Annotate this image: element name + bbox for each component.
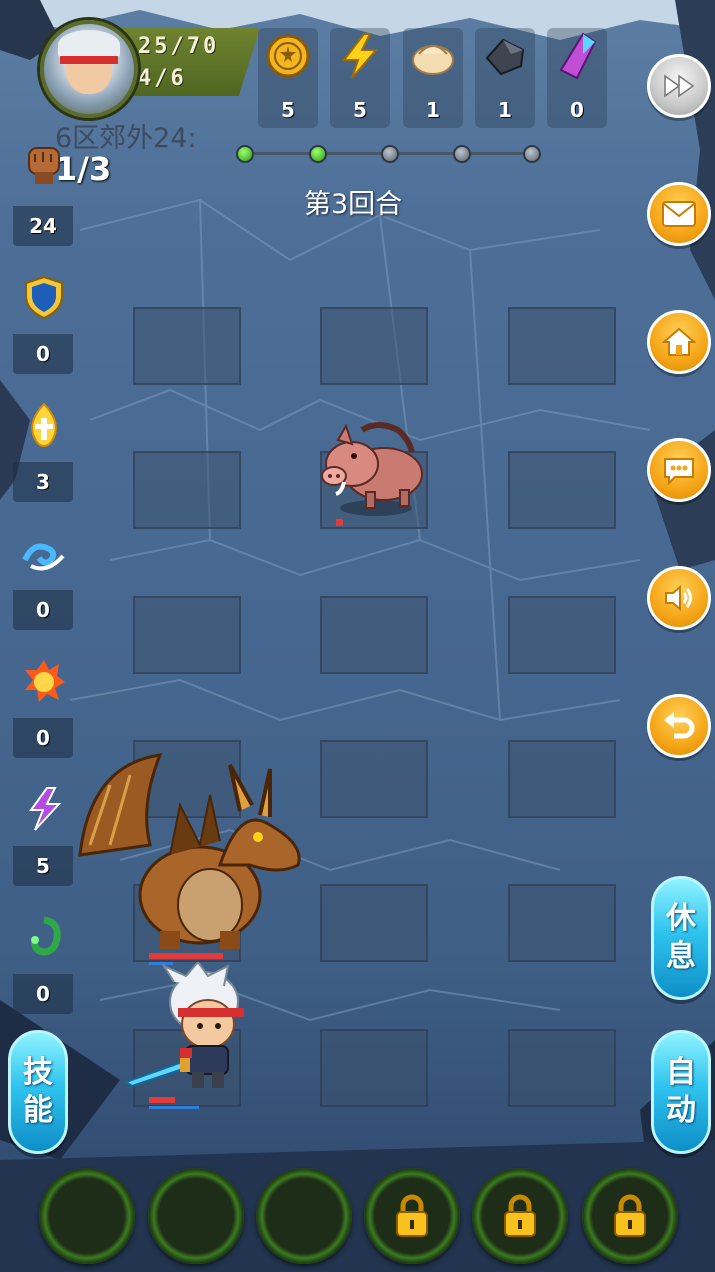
board-tile[interactable]: [133, 451, 241, 529]
sidebar-count: 5: [13, 846, 73, 886]
auto-button-label-1: 自: [666, 1055, 696, 1090]
skill-slot-6[interactable]: [582, 1168, 678, 1264]
rest-button-label-1: 休: [666, 901, 696, 936]
sidebar-fire[interactable]: 0: [13, 652, 73, 758]
home-button[interactable]: [647, 310, 711, 374]
fireball-icon: [25, 660, 65, 702]
board-tile[interactable]: [320, 884, 428, 962]
dragon-hp-bar: [149, 953, 223, 959]
home-icon: [662, 327, 696, 356]
shield-icon: [25, 275, 63, 320]
dragon-pet[interactable]: [70, 745, 306, 955]
skill-button[interactable]: 技 能: [8, 1030, 68, 1154]
progress-dot: [453, 145, 471, 163]
resource-count: 5: [281, 98, 295, 122]
board-tile[interactable]: [133, 307, 241, 385]
sound-button[interactable]: [647, 566, 711, 630]
chat-icon: [664, 458, 694, 485]
board-tile[interactable]: [508, 451, 616, 529]
board-tile[interactable]: [320, 307, 428, 385]
skill-button-label-1: 技: [23, 1055, 53, 1090]
sidebar-count: 3: [13, 462, 73, 502]
sidebar-count: 0: [13, 334, 73, 374]
round-label: 第3回合: [304, 189, 403, 220]
chat-button[interactable]: [647, 438, 711, 502]
undo-button[interactable]: [647, 694, 711, 758]
lightning-icon: [341, 33, 379, 79]
skill-slot-2[interactable]: [148, 1168, 244, 1264]
resource-energy: 5: [330, 28, 390, 128]
auto-button-label-2: 动: [666, 1093, 696, 1128]
resource-gold: 5: [258, 28, 318, 128]
resource-crystal: 0: [547, 28, 607, 128]
holy-flame-icon: [31, 402, 57, 448]
fist-icon: [28, 147, 60, 184]
sidebar-count: 0: [13, 718, 73, 758]
progress-dot: [523, 145, 541, 163]
sidebar-poison[interactable]: 0: [13, 908, 73, 1014]
fast-forward-icon: [664, 74, 695, 98]
skill-button-label-2: 能: [23, 1093, 53, 1128]
progress-dot: [236, 145, 254, 163]
boar-enemy[interactable]: [316, 416, 432, 518]
hero-character[interactable]: [124, 962, 248, 1092]
rest-button[interactable]: 休 息: [651, 876, 711, 1000]
lock-icon: [614, 1194, 646, 1237]
progress-dot: [309, 145, 327, 163]
resource-food: 1: [403, 28, 463, 128]
fast-forward-button[interactable]: [647, 54, 711, 118]
sidebar-count: 0: [13, 590, 73, 630]
resource-count: 5: [353, 98, 367, 122]
iron-ore-icon: [485, 38, 525, 76]
undo-icon: [664, 712, 695, 739]
sidebar-count: 24: [13, 206, 73, 246]
resource-ore: 1: [475, 28, 535, 128]
wave-icon: [22, 543, 65, 571]
boar-hp-bar: [336, 519, 343, 526]
mail-button[interactable]: [647, 182, 711, 246]
sidebar-count: 0: [13, 974, 73, 1014]
poison-ring-icon: [31, 916, 61, 956]
mail-icon: [662, 201, 696, 227]
sidebar-attack[interactable]: 24: [13, 140, 73, 246]
resource-count: 1: [498, 98, 512, 122]
player-hp-text: 25/70: [138, 34, 220, 59]
purple-lightning-icon: [29, 787, 62, 831]
board-tile[interactable]: [508, 307, 616, 385]
crystal-icon: [559, 32, 597, 80]
board-tile[interactable]: [320, 1029, 428, 1107]
board-tile[interactable]: [508, 1029, 616, 1107]
rest-button-label-2: 息: [666, 939, 696, 974]
resource-count: 0: [570, 98, 584, 122]
player-ap-text: 4/6: [138, 66, 187, 91]
lock-icon: [504, 1194, 536, 1237]
dumpling-icon: [412, 45, 454, 75]
board-tile[interactable]: [320, 740, 428, 818]
skill-slot-3[interactable]: [256, 1168, 352, 1264]
player-avatar[interactable]: [40, 20, 138, 118]
gold-coin-icon: [266, 34, 310, 78]
board-tile[interactable]: [508, 740, 616, 818]
sidebar-thunder[interactable]: 5: [13, 780, 73, 886]
board-tile[interactable]: [508, 884, 616, 962]
speaker-icon: [665, 584, 692, 612]
auto-button[interactable]: 自 动: [651, 1030, 711, 1154]
resource-count: 1: [426, 98, 440, 122]
board-tile[interactable]: [320, 596, 428, 674]
board-tile[interactable]: [133, 596, 241, 674]
skill-slot-4[interactable]: [364, 1168, 460, 1264]
board-tile[interactable]: [508, 596, 616, 674]
progress-dot: [381, 145, 399, 163]
hero-hp-bar: [149, 1097, 175, 1103]
sidebar-holy[interactable]: 3: [13, 396, 73, 502]
skill-slot-5[interactable]: [472, 1168, 568, 1264]
hero-mp-bar: [149, 1106, 199, 1109]
sidebar-water[interactable]: 0: [13, 524, 73, 630]
lock-icon: [396, 1194, 428, 1237]
sidebar-defense[interactable]: 0: [13, 268, 73, 374]
skill-slot-1[interactable]: [39, 1168, 135, 1264]
